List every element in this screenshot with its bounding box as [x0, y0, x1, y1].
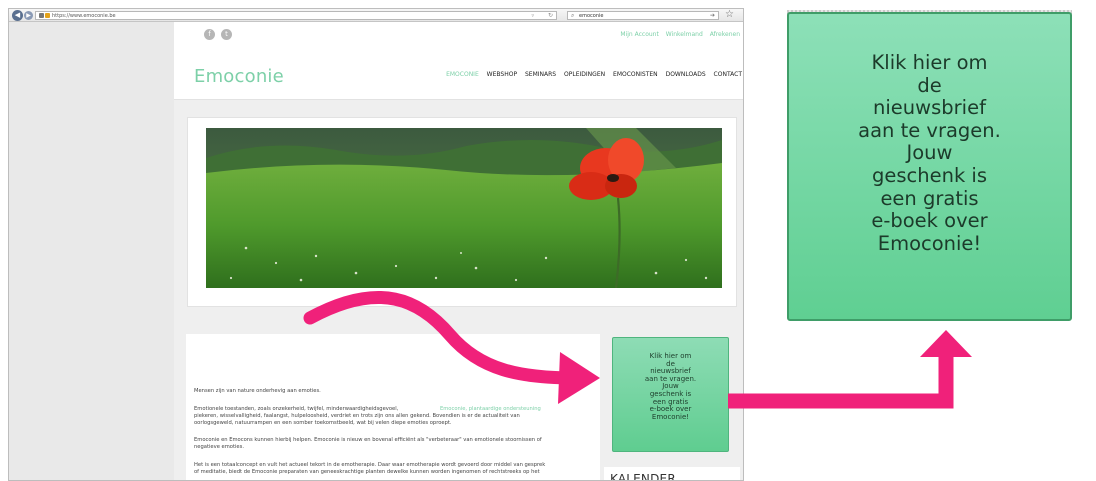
reload-icon[interactable]: ↻: [548, 12, 553, 20]
forward-arrow-icon[interactable]: ▶: [24, 11, 33, 20]
callout-line: een gratis: [880, 186, 979, 210]
highlight-link[interactable]: Emoconie, plantaardige ondersteuning: [440, 406, 541, 412]
nav-downloads[interactable]: DOWNLOADS: [666, 71, 706, 78]
paragraph-3-line-1: Emoconie en Emocons kunnen hierbij helpe…: [194, 437, 542, 443]
facebook-icon[interactable]: f: [204, 29, 215, 40]
info-icon[interactable]: [39, 13, 44, 18]
newsletter-widget[interactable]: Klik hier om de nieuwsbrief aan te vrage…: [612, 337, 729, 452]
cart-link[interactable]: Winkelmand: [666, 31, 703, 38]
callout-line: Emoconie!: [877, 231, 982, 255]
nav-contact[interactable]: CONTACT: [714, 71, 742, 78]
callout-line: Klik hier om: [871, 51, 988, 74]
nav-emoconie[interactable]: EMOCONIE: [446, 71, 479, 78]
callout-line: geschenk is: [871, 163, 988, 187]
paragraph-4-line-2: of meditatie, biedt de Emoconie preparat…: [194, 469, 540, 475]
nav-seminars[interactable]: SEMINARS: [525, 71, 556, 78]
paragraph-3-line-2: negatieve emoties.: [194, 444, 244, 450]
search-query: emoconie: [579, 13, 604, 19]
security-warning-icon[interactable]: [45, 13, 50, 18]
search-go-icon[interactable]: ➔: [710, 12, 715, 20]
newsletter-line: Emoconie!: [651, 412, 690, 421]
hero-image: [206, 128, 722, 288]
my-account-link[interactable]: Mijn Account: [620, 31, 658, 38]
browser-window: ◀ ▶ https://www.emoconie.be ▿ ↻ ⌕ emocon…: [8, 8, 744, 481]
checkout-link[interactable]: Afrekenen: [710, 31, 740, 38]
account-links: Mijn Account Winkelmand Afrekenen: [615, 31, 740, 38]
search-input[interactable]: ⌕ emoconie ➔: [567, 11, 719, 20]
browser-toolbar: ◀ ▶ https://www.emoconie.be ▿ ↻ ⌕ emocon…: [9, 9, 743, 22]
callout-line: nieuwsbrief: [873, 96, 986, 120]
newsletter-callout[interactable]: Klik hier om de nieuwsbrief aan te vrage…: [787, 12, 1072, 321]
hero-frame: [187, 117, 737, 307]
url-text: https://www.emoconie.be: [52, 13, 116, 19]
paragraph-1: Mensen zijn van nature onderhevig aan em…: [194, 388, 321, 394]
search-icon: ⌕: [571, 12, 575, 19]
paragraph-2-text: Emotionele toestanden, zoals onzekerheid…: [194, 406, 399, 412]
site-header: f t Mijn Account Winkelmand Afrekenen Em…: [174, 22, 743, 100]
elbow-arrow-icon: [728, 330, 972, 409]
bookmark-star-icon[interactable]: ☆: [725, 9, 734, 21]
url-bar[interactable]: https://www.emoconie.be ▿ ↻: [35, 11, 557, 20]
callout-line: Jouw: [906, 141, 953, 165]
nav-emoconisten[interactable]: EMOCONISTEN: [613, 71, 658, 78]
nav-opleidingen[interactable]: OPLEIDINGEN: [564, 71, 605, 78]
annotated-screenshot: ◀ ▶ https://www.emoconie.be ▿ ↻ ⌕ emocon…: [0, 0, 1096, 481]
article-body: Mensen zijn van nature onderhevig aan em…: [186, 334, 600, 480]
callout-line: e-boek over: [871, 209, 988, 233]
main-navigation: EMOCONIE WEBSHOP SEMINARS OPLEIDINGEN EM…: [440, 71, 742, 78]
twitter-icon[interactable]: t: [221, 29, 232, 40]
poppy-meadow-image: [206, 128, 722, 288]
callout-line: de: [917, 73, 942, 97]
paragraph-4-line-1: Het is een totaalconcept en vult het act…: [194, 462, 546, 468]
paragraph-2-line-3: oorlogsgeweld, natuurrampen en een sombe…: [194, 420, 452, 426]
paragraph-2-line-2: piekeren, wisselvalligheid, faalangst, h…: [194, 413, 520, 419]
back-arrow-icon[interactable]: ◀: [12, 10, 23, 21]
nav-webshop[interactable]: WEBSHOP: [487, 71, 517, 78]
paragraph-2-line-1: Emotionele toestanden, zoals onzekerheid…: [194, 406, 594, 413]
site-logo[interactable]: Emoconie: [194, 66, 284, 87]
dropdown-icon[interactable]: ▿: [531, 12, 534, 20]
calendar-heading: KALENDER: [604, 467, 740, 480]
callout-line: aan te vragen.: [858, 118, 1001, 142]
web-page: f t Mijn Account Winkelmand Afrekenen Em…: [174, 22, 743, 480]
